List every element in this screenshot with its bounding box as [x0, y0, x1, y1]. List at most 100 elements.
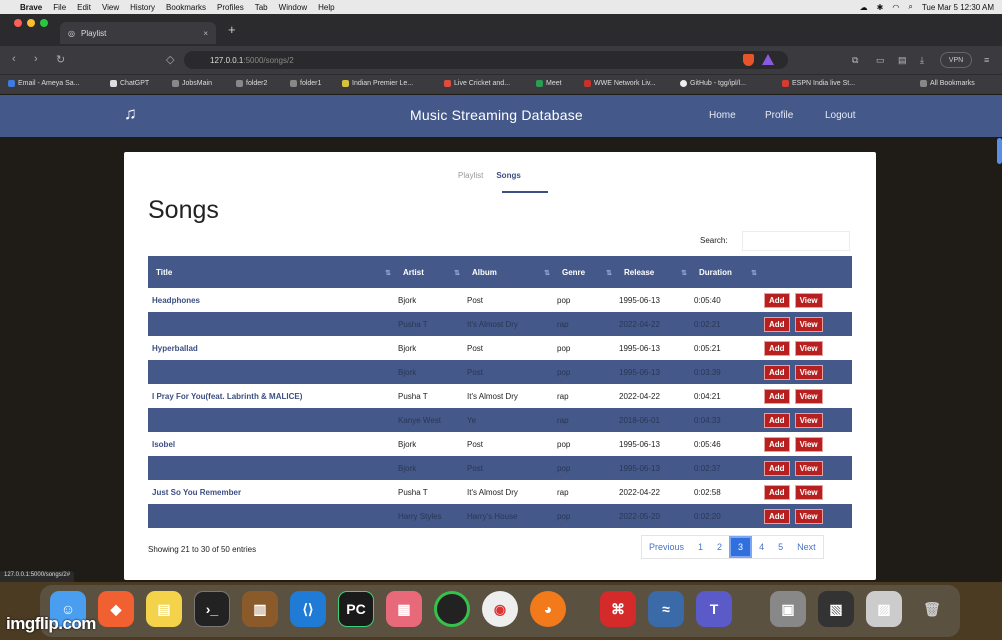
column-header-duration[interactable]: Duration ⇅	[691, 256, 761, 288]
page-4[interactable]: 4	[752, 536, 771, 558]
page-2[interactable]: 2	[710, 536, 729, 558]
scrollbar[interactable]	[997, 138, 1002, 164]
view-button[interactable]: View	[794, 388, 823, 404]
forward-icon[interactable]: ›	[34, 53, 38, 65]
bookmark-item[interactable]: JobsMain	[172, 80, 212, 87]
screenshots-icon[interactable]: ▧	[818, 591, 854, 627]
clock[interactable]: Tue Mar 5 12:30 AM	[922, 3, 994, 12]
mysql-icon[interactable]: ≈	[648, 591, 684, 627]
add-button[interactable]: Add	[764, 292, 790, 308]
search-icon[interactable]: ⌕	[908, 2, 912, 12]
view-button[interactable]: View	[794, 484, 823, 500]
view-button[interactable]: View	[794, 340, 823, 356]
bookmark-item[interactable]: ChatGPT	[110, 80, 149, 87]
add-button[interactable]: Add	[764, 412, 790, 428]
search-input[interactable]	[742, 231, 850, 251]
page-previous[interactable]: Previous	[642, 536, 691, 558]
menu-brave[interactable]: Brave	[20, 3, 42, 12]
menu-view[interactable]: View	[102, 3, 119, 12]
column-header-release[interactable]: Release ⇅	[616, 256, 691, 288]
chrome-icon[interactable]: ◉	[482, 591, 518, 627]
minimize-window-icon[interactable]	[27, 19, 35, 27]
menu-tab[interactable]: Tab	[255, 3, 268, 12]
back-icon[interactable]: ‹	[12, 53, 16, 65]
sidebar-icon[interactable]: ▭	[876, 55, 885, 66]
bookmark-item[interactable]: Meet	[536, 80, 562, 87]
nav-profile[interactable]: Profile	[765, 110, 793, 121]
menu-help[interactable]: Help	[318, 3, 334, 12]
bookmark-item[interactable]: ESPN India live St...	[782, 80, 855, 87]
pycharm-icon[interactable]: PC	[338, 591, 374, 627]
photo-icon[interactable]: ▨	[866, 591, 902, 627]
bookmark-item[interactable]: Email - Ameya Sa...	[8, 80, 79, 87]
bookmark-item[interactable]: WWE Network Liv...	[584, 80, 656, 87]
page-next[interactable]: Next	[790, 536, 823, 558]
add-button[interactable]: Add	[764, 364, 790, 380]
menu-file[interactable]: File	[53, 3, 66, 12]
add-button[interactable]: Add	[764, 508, 790, 524]
brave-rewards-icon[interactable]	[762, 54, 774, 65]
add-button[interactable]: Add	[764, 460, 790, 476]
notes-icon[interactable]: ▤	[146, 591, 182, 627]
tab-playlist[interactable]: Playlist	[458, 171, 483, 180]
teams-icon[interactable]: T	[696, 591, 732, 627]
extensions-icon[interactable]: ⧉	[852, 55, 858, 66]
menu-window[interactable]: Window	[279, 3, 307, 12]
bookmark-item[interactable]: folder2	[236, 80, 267, 87]
add-button[interactable]: Add	[764, 436, 790, 452]
column-header-genre[interactable]: Genre ⇅	[554, 256, 616, 288]
page-5[interactable]: 5	[771, 536, 790, 558]
bookmark-item[interactable]: Indian Premier Le...	[342, 80, 413, 87]
add-button[interactable]: Add	[764, 388, 790, 404]
new-tab-icon[interactable]: +	[228, 22, 236, 37]
add-button[interactable]: Add	[764, 340, 790, 356]
reload-icon[interactable]: ↻	[56, 53, 65, 66]
status-icon[interactable]: ☁	[860, 3, 868, 12]
menu-history[interactable]: History	[130, 3, 155, 12]
address-bar[interactable]: 127.0.0.1:5000/songs/2	[184, 51, 788, 69]
bookmark-item[interactable]: GitHub - tgg/ipl/l...	[680, 80, 746, 87]
menu-bookmarks[interactable]: Bookmarks	[166, 3, 206, 12]
column-header-title[interactable]: Title ⇅	[148, 256, 395, 288]
brave-shield-icon[interactable]	[743, 54, 754, 66]
brave-icon[interactable]: ◆	[98, 591, 134, 627]
app-title[interactable]: Music Streaming Database	[410, 107, 583, 123]
browser-tab[interactable]: ◎ Playlist ×	[60, 22, 216, 44]
view-button[interactable]: View	[794, 364, 823, 380]
nav-logout[interactable]: Logout	[825, 110, 856, 121]
preview-icon[interactable]: ▣	[770, 591, 806, 627]
spotify-icon[interactable]	[434, 591, 470, 627]
vscode-icon[interactable]: ⟨⟩	[290, 591, 326, 627]
view-button[interactable]: View	[794, 508, 823, 524]
page-3-current[interactable]: 3	[729, 536, 753, 558]
music-note-icon[interactable]: ♫	[124, 104, 137, 124]
nav-home[interactable]: Home	[709, 110, 736, 121]
menu-profiles[interactable]: Profiles	[217, 3, 244, 12]
bookmark-item[interactable]: folder1	[290, 80, 321, 87]
vpn-button[interactable]: VPN	[940, 52, 972, 68]
tab-songs[interactable]: Songs	[496, 171, 520, 180]
add-button[interactable]: Add	[764, 316, 790, 332]
launchpad-icon[interactable]: ▦	[386, 591, 422, 627]
bluetooth-icon[interactable]: ✱	[877, 3, 884, 12]
trash-icon[interactable]: 🗑	[914, 591, 950, 627]
downloads-icon[interactable]: ⤓	[920, 55, 924, 66]
archive-icon[interactable]: ▥	[242, 591, 278, 627]
view-button[interactable]: View	[794, 412, 823, 428]
zoom-window-icon[interactable]	[40, 19, 48, 27]
close-window-icon[interactable]	[14, 19, 22, 27]
view-button[interactable]: View	[794, 292, 823, 308]
wifi-icon[interactable]: ◠	[892, 3, 899, 12]
menu-icon[interactable]: ≡	[984, 55, 989, 65]
view-button[interactable]: View	[794, 436, 823, 452]
bookmark-icon[interactable]: ◇	[166, 53, 174, 66]
bookmark-item[interactable]: Live Cricket and...	[444, 80, 510, 87]
view-button[interactable]: View	[794, 460, 823, 476]
wallet-icon[interactable]: ▤	[898, 55, 907, 66]
close-tab-icon[interactable]: ×	[203, 29, 208, 38]
all-bookmarks[interactable]: All Bookmarks	[920, 80, 975, 87]
column-header-artist[interactable]: Artist ⇅	[395, 256, 464, 288]
firefox-icon[interactable]: ◕	[530, 591, 566, 627]
column-header-album[interactable]: Album ⇅	[464, 256, 554, 288]
terminal-icon[interactable]: ›_	[194, 591, 230, 627]
